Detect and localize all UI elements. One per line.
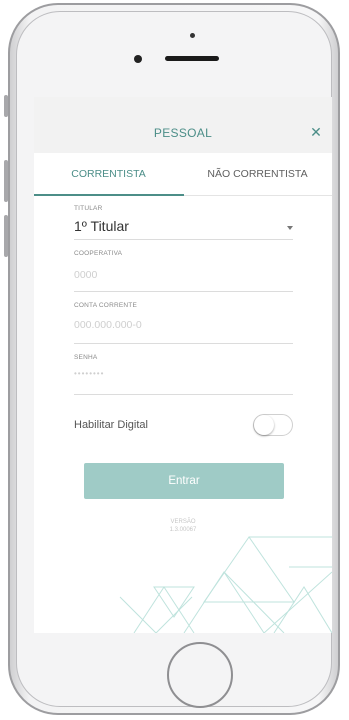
cooperativa-field[interactable]: COOPERATIVA 0000 bbox=[74, 240, 293, 292]
tab-correntista[interactable]: CORRENTISTA bbox=[34, 153, 183, 195]
digital-toggle-label: Habilitar Digital bbox=[74, 419, 148, 431]
enter-button[interactable]: Entrar bbox=[84, 463, 284, 499]
senha-field[interactable]: SENHA •••••••• bbox=[74, 344, 293, 395]
digital-toggle-row: Habilitar Digital bbox=[74, 414, 293, 436]
senha-input[interactable]: •••••••• bbox=[74, 369, 293, 378]
login-form: TITULAR 1º Titular COOPERATIVA 0000 CONT… bbox=[34, 196, 332, 436]
background-triangles-graphic bbox=[119, 536, 332, 633]
cooperativa-label: COOPERATIVA bbox=[74, 250, 123, 257]
home-button[interactable] bbox=[167, 642, 233, 708]
conta-corrente-input[interactable]: 000.000.000-0 bbox=[74, 319, 293, 331]
header: PESSOAL ✕ bbox=[34, 113, 332, 153]
mute-switch[interactable] bbox=[4, 95, 8, 117]
volume-up-button[interactable] bbox=[4, 160, 8, 202]
toggle-knob bbox=[254, 415, 274, 435]
tab-nao-correntista[interactable]: NÃO CORRENTISTA bbox=[183, 153, 332, 195]
conta-corrente-label: CONTA CORRENTE bbox=[74, 302, 137, 309]
status-bar bbox=[34, 97, 332, 113]
cooperativa-input[interactable]: 0000 bbox=[74, 269, 293, 281]
titular-label: TITULAR bbox=[74, 205, 103, 212]
front-camera bbox=[134, 55, 142, 63]
version-label: VERSÃO bbox=[170, 519, 196, 525]
digital-toggle[interactable] bbox=[253, 414, 293, 436]
proximity-sensor bbox=[190, 33, 195, 38]
volume-down-button[interactable] bbox=[4, 215, 8, 257]
chevron-down-icon[interactable] bbox=[287, 226, 293, 230]
earpiece-speaker bbox=[165, 56, 219, 61]
conta-corrente-field[interactable]: CONTA CORRENTE 000.000.000-0 bbox=[74, 292, 293, 344]
senha-label: SENHA bbox=[74, 354, 98, 361]
app-screen: PESSOAL ✕ CORRENTISTA NÃO CORRENTISTA TI… bbox=[34, 97, 332, 633]
close-icon[interactable]: ✕ bbox=[309, 125, 323, 139]
tab-bar: CORRENTISTA NÃO CORRENTISTA bbox=[34, 153, 332, 196]
titular-value: 1º Titular bbox=[74, 218, 129, 234]
titular-field[interactable]: TITULAR 1º Titular bbox=[74, 196, 293, 240]
page-title: PESSOAL bbox=[153, 126, 213, 140]
